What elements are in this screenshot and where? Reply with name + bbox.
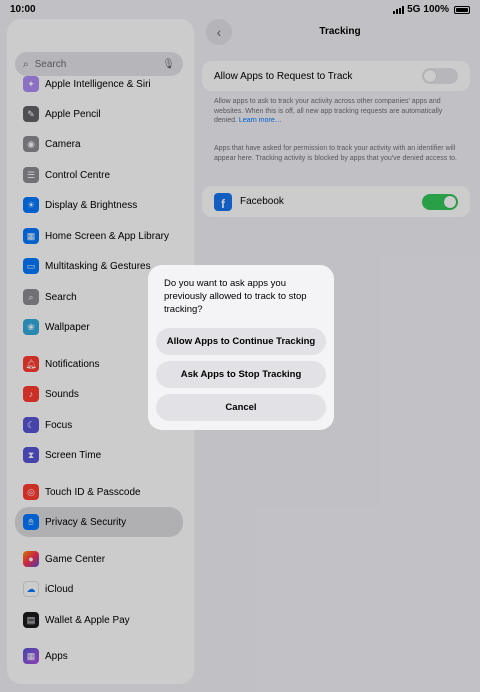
- cancel-button[interactable]: Cancel: [156, 394, 326, 421]
- allow-continue-tracking-button[interactable]: Allow Apps to Continue Tracking: [156, 328, 326, 355]
- ask-stop-tracking-button[interactable]: Ask Apps to Stop Tracking: [156, 361, 326, 388]
- stop-tracking-alert: Do you want to ask apps you previously a…: [148, 265, 334, 430]
- alert-message: Do you want to ask apps you previously a…: [164, 278, 307, 315]
